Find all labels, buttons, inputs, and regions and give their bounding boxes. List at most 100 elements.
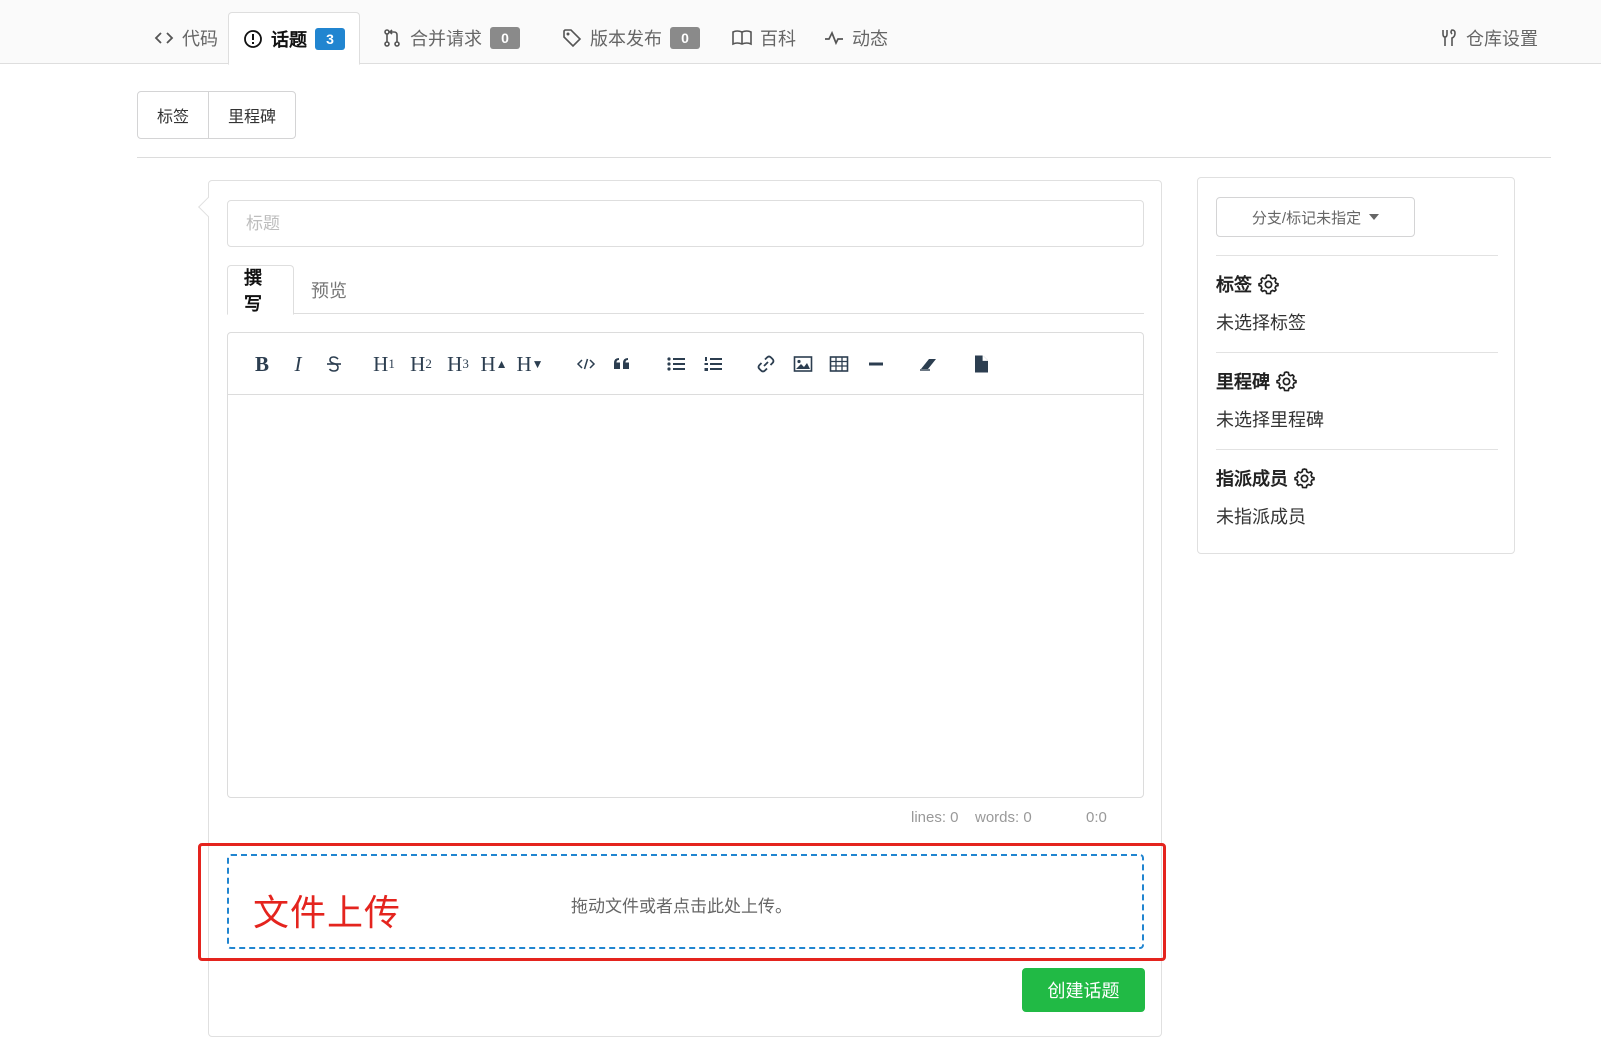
branch-selector-label: 分支/标记未指定 — [1251, 209, 1362, 227]
tab-pull-requests-label: 合并请求 — [410, 29, 482, 49]
guide-button[interactable] — [967, 348, 995, 380]
unordered-list-icon — [667, 357, 685, 371]
file-dropzone[interactable]: 文件上传 拖动文件或者点击此处上传。 — [227, 854, 1144, 949]
link-icon — [757, 355, 775, 373]
create-issue-button[interactable]: 创建话题 — [1022, 968, 1145, 1012]
milestones-button[interactable]: 里程碑 — [208, 92, 295, 138]
tab-activity[interactable]: 动态 — [810, 12, 902, 64]
tab-wiki-label: 百科 — [760, 29, 796, 49]
heading-1-button[interactable]: H1 — [370, 348, 398, 380]
assignees-section-header[interactable]: 指派成员 — [1216, 465, 1315, 491]
quote-button[interactable] — [608, 348, 636, 380]
heading-3-sub: 3 — [462, 356, 469, 371]
link-button[interactable] — [752, 348, 780, 380]
italic-button[interactable]: I — [284, 348, 312, 380]
image-icon — [793, 356, 813, 372]
upload-hint: 拖动文件或者点击此处上传。 — [571, 897, 792, 916]
image-button[interactable] — [789, 348, 817, 380]
table-icon — [829, 356, 849, 372]
labels-section-header[interactable]: 标签 — [1216, 271, 1279, 297]
heading-smaller-button[interactable]: H ▼ — [516, 348, 544, 380]
gear-icon — [1258, 273, 1279, 294]
tools-icon — [1442, 29, 1456, 46]
milestone-section-header[interactable]: 里程碑 — [1216, 368, 1297, 394]
editor-toolbar: B I H1 H2 H3 H ▲ H ▼ — [228, 333, 1143, 395]
upload-annotation-label: 文件上传 — [253, 893, 402, 934]
heading-3-button[interactable]: H3 — [444, 348, 472, 380]
editor-textarea[interactable] — [228, 395, 1143, 797]
repo-nav: 代码 话题 3 合并请求 0 版本发布 0 百科 动态 仓库设置 — [0, 0, 1601, 65]
strikethrough-icon — [327, 356, 341, 372]
ordered-list-icon — [704, 357, 722, 371]
triangle-down-icon: ▼ — [531, 356, 544, 371]
labels-button[interactable]: 标签 — [138, 92, 208, 138]
milestone-section-title: 里程碑 — [1216, 372, 1270, 392]
code-icon — [154, 32, 174, 44]
tab-activity-label: 动态 — [852, 29, 888, 49]
status-cursor: 0:0 — [1086, 809, 1107, 826]
issue-title-input[interactable] — [227, 200, 1144, 247]
tab-pull-requests[interactable]: 合并请求 0 — [368, 12, 534, 64]
heading-2-button[interactable]: H2 — [407, 348, 435, 380]
heading-bigger-letter: H — [480, 351, 496, 376]
pulls-count-badge: 0 — [490, 27, 520, 49]
sidebar-divider — [1216, 352, 1498, 353]
issues-count-badge: 3 — [315, 27, 345, 50]
form-pointer — [198, 197, 218, 217]
strikethrough-button[interactable] — [320, 348, 348, 380]
gear-icon — [1276, 370, 1297, 391]
milestone-section-value: 未选择里程碑 — [1216, 410, 1324, 430]
branch-selector[interactable]: 分支/标记未指定 — [1216, 197, 1415, 237]
heading-bigger-button[interactable]: H ▲ — [480, 348, 508, 380]
tab-releases[interactable]: 版本发布 0 — [548, 12, 714, 64]
heading-1-letter: H — [373, 351, 389, 376]
tab-issues[interactable]: 话题 3 — [228, 12, 360, 65]
heading-smaller-letter: H — [516, 351, 532, 376]
clean-block-button[interactable] — [914, 348, 942, 380]
file-icon — [975, 355, 988, 373]
horizontal-rule-button[interactable] — [862, 348, 890, 380]
heading-2-letter: H — [410, 351, 426, 376]
markdown-editor: B I H1 H2 H3 H ▲ H ▼ — [227, 332, 1144, 798]
book-icon — [732, 30, 752, 46]
tab-code[interactable]: 代码 — [140, 12, 232, 64]
table-button[interactable] — [825, 348, 853, 380]
assignees-section-title: 指派成员 — [1216, 469, 1288, 489]
triangle-up-icon: ▲ — [495, 356, 508, 371]
labels-section-value: 未选择标签 — [1216, 313, 1306, 333]
tab-wiki[interactable]: 百科 — [718, 12, 810, 64]
tab-preview[interactable]: 预览 — [295, 265, 363, 314]
git-pull-request-icon — [384, 29, 400, 47]
releases-count-badge: 0 — [670, 27, 700, 49]
sidebar-divider — [1216, 255, 1498, 256]
eraser-icon — [920, 359, 936, 371]
labels-milestones-group: 标签 里程碑 — [137, 91, 297, 139]
caret-down-icon — [1369, 214, 1380, 220]
gear-icon — [1294, 467, 1315, 488]
tab-write[interactable]: 撰写 — [227, 265, 294, 315]
new-issue-form: 撰写 预览 B I H1 H2 H3 H▲ H▼ — [198, 180, 1166, 1037]
quote-icon — [614, 358, 629, 369]
bold-button[interactable]: B — [248, 348, 276, 380]
unordered-list-button[interactable] — [662, 348, 690, 380]
tab-code-label: 代码 — [182, 29, 218, 49]
tag-icon — [563, 29, 582, 48]
labels-section-title: 标签 — [1216, 275, 1252, 295]
tab-issues-label: 话题 — [271, 29, 307, 50]
issue-opened-icon — [244, 29, 262, 48]
heading-1-sub: 1 — [388, 356, 395, 371]
tab-releases-label: 版本发布 — [590, 29, 662, 49]
assignees-section-value: 未指派成员 — [1216, 507, 1306, 527]
sidebar-divider — [1216, 449, 1498, 450]
ordered-list-button[interactable] — [699, 348, 727, 380]
tab-settings[interactable]: 仓库设置 — [1424, 12, 1552, 64]
code-icon — [576, 358, 596, 370]
tab-settings-label: 仓库设置 — [1466, 29, 1538, 49]
code-button[interactable] — [572, 348, 600, 380]
editor-tabs: 撰写 预览 — [227, 265, 1144, 315]
status-words: words: 0 — [975, 809, 1032, 826]
heading-3-letter: H — [447, 351, 463, 376]
pulse-icon — [825, 30, 843, 46]
status-lines: lines: 0 — [911, 809, 959, 826]
heading-2-sub: 2 — [425, 356, 432, 371]
